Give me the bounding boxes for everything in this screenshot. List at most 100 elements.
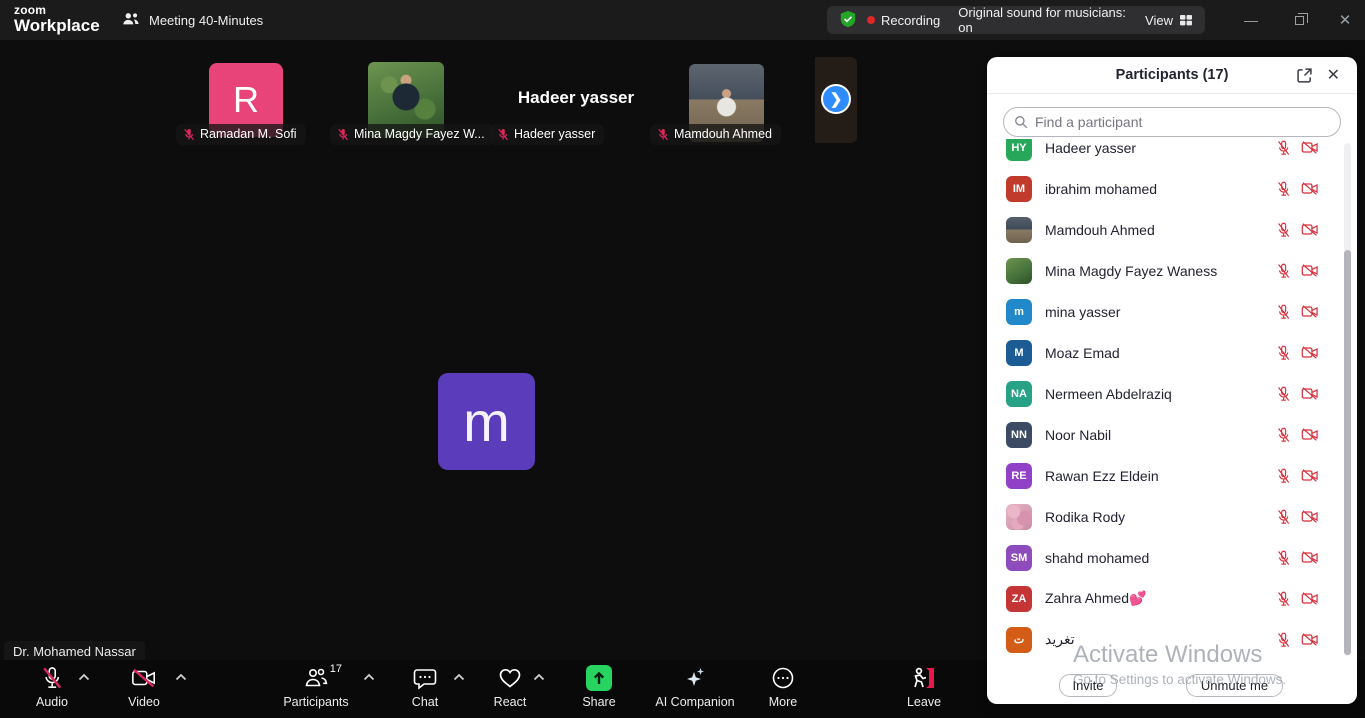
audio-button[interactable]: Audio [24,665,80,709]
video-options-chevron[interactable] [174,672,188,682]
invite-button[interactable]: Invite [1059,674,1117,697]
participant-status-icons [1276,222,1343,238]
chat-label: Chat [411,695,439,709]
view-button[interactable]: View [1145,13,1193,28]
grid-view-icon [1180,15,1192,26]
active-speaker-name-tag: Dr. Mohamed Nassar [4,641,145,662]
logo-line2: Workplace [14,16,100,35]
participant-status-icons [1276,468,1343,484]
mic-muted-icon [1278,550,1290,565]
mic-muted-icon [1278,509,1290,524]
camera-off-icon [1301,469,1318,482]
participant-search[interactable] [1003,107,1341,137]
recording-indicator[interactable]: Recording [867,13,940,28]
share-button[interactable]: Share [571,665,627,709]
participant-avatar [1006,257,1032,284]
maximize-button[interactable] [1282,0,1316,40]
share-label: Share [582,695,616,709]
participants-panel: Participants (17) ✕ HY Hadeer yasser IM … [987,57,1357,704]
camera-off-icon [1301,592,1318,605]
mic-muted-icon [1278,345,1290,360]
heart-icon [498,665,522,691]
avatar-initial: R [233,79,259,120]
participant-row[interactable]: M Moaz Emad [987,332,1343,373]
video-name-tag: Hadeer yasser [490,124,605,145]
meeting-title-group: Meeting 40-Minutes [122,0,263,40]
participant-status-icons [1276,304,1343,320]
video-tile-name-hadeer[interactable]: Hadeer yasser [496,88,656,108]
panel-scrollbar-thumb[interactable] [1344,250,1351,655]
participant-row[interactable]: SM shahd mohamed [987,537,1343,578]
search-input[interactable] [1035,114,1330,130]
participant-row[interactable]: Mamdouh Ahmed [987,209,1343,250]
participant-status-icons [1276,550,1343,566]
security-shield-icon[interactable] [839,10,857,31]
leave-button[interactable]: Leave [896,665,952,709]
camera-off-icon [1301,551,1318,564]
participant-row[interactable]: Rodika Rody [987,496,1343,537]
participant-status-icons [1276,427,1343,443]
participant-name: Mina Magdy Fayez Waness [1045,262,1218,279]
participant-status-icons [1276,632,1343,648]
participants-options-chevron[interactable] [362,672,376,682]
minimize-button[interactable]: — [1234,0,1268,40]
close-window-button[interactable]: ✕ [1328,0,1362,40]
participant-status-icons [1276,140,1343,156]
participant-row[interactable]: HY Hadeer yasser [987,139,1343,168]
pop-out-icon[interactable] [1296,67,1313,84]
participant-status-icons [1276,345,1343,361]
participant-row[interactable]: NN Noor Nabil [987,414,1343,455]
participant-status-icons [1276,509,1343,525]
meeting-title: Meeting 40-Minutes [149,12,264,28]
ai-companion-button[interactable]: AI Companion [650,665,740,709]
participant-name-tag-text: Hadeer yasser [514,127,596,141]
chat-button[interactable]: Chat [397,665,453,709]
participant-name: Rawan Ezz Eldein [1045,467,1159,484]
more-ellipsis-icon [771,665,795,691]
mic-muted-icon [41,665,63,691]
close-panel-icon[interactable]: ✕ [1327,65,1340,85]
participants-panel-header: Participants (17) ✕ [987,57,1357,94]
participant-row[interactable]: ت تغريد [987,619,1343,656]
leave-label: Leave [906,695,942,709]
react-button[interactable]: React [482,665,538,709]
active-speaker-avatar[interactable]: m [438,373,535,470]
camera-off-icon [1301,387,1318,400]
avatar-initial: m [463,390,510,453]
audio-options-chevron[interactable] [77,672,91,682]
participant-row[interactable]: Mina Magdy Fayez Waness [987,250,1343,291]
more-button[interactable]: More [755,665,811,709]
participant-row[interactable]: NA Nermeen Abdelraziq [987,373,1343,414]
video-stage: R Hadeer yasser Ramadan M. Sofi Mina Mag… [0,40,985,662]
original-sound-status[interactable]: Original sound for musicians: on [958,5,1127,35]
meeting-people-icon [122,11,140,30]
participants-count-badge: 17 [329,663,342,675]
participant-row[interactable]: ZA Zahra Ahmed💕 [987,578,1343,619]
mic-muted-icon [1278,427,1290,442]
status-pill: Recording Original sound for musicians: … [827,5,1205,35]
next-videos-button[interactable]: ❯ [821,84,851,114]
react-options-chevron[interactable] [532,672,546,682]
participant-status-icons [1276,181,1343,197]
participant-row[interactable]: IM ibrahim mohamed [987,168,1343,209]
chat-options-chevron[interactable] [452,672,466,682]
participants-button[interactable]: 17 Participants [280,663,352,709]
participants-panel-title: Participants (17) [1115,67,1229,83]
participant-avatar [1006,216,1032,243]
mic-muted-icon [1278,263,1290,278]
mic-muted-icon [1278,222,1290,237]
ai-sparkle-icon [682,665,708,691]
video-button[interactable]: Video [116,665,172,709]
participant-row[interactable]: RE Rawan Ezz Eldein [987,455,1343,496]
camera-off-icon [1301,141,1318,154]
audio-label: Audio [36,695,68,709]
participant-name: Moaz Emad [1045,344,1120,361]
mic-muted-icon [498,128,508,140]
participant-row[interactable]: m mina yasser [987,291,1343,332]
search-icon [1015,116,1028,129]
camera-off-icon [1301,223,1318,236]
unmute-me-button[interactable]: Unmute me [1186,674,1283,697]
camera-off-icon [131,665,157,691]
restore-icon [1294,12,1308,25]
view-label: View [1145,12,1173,28]
